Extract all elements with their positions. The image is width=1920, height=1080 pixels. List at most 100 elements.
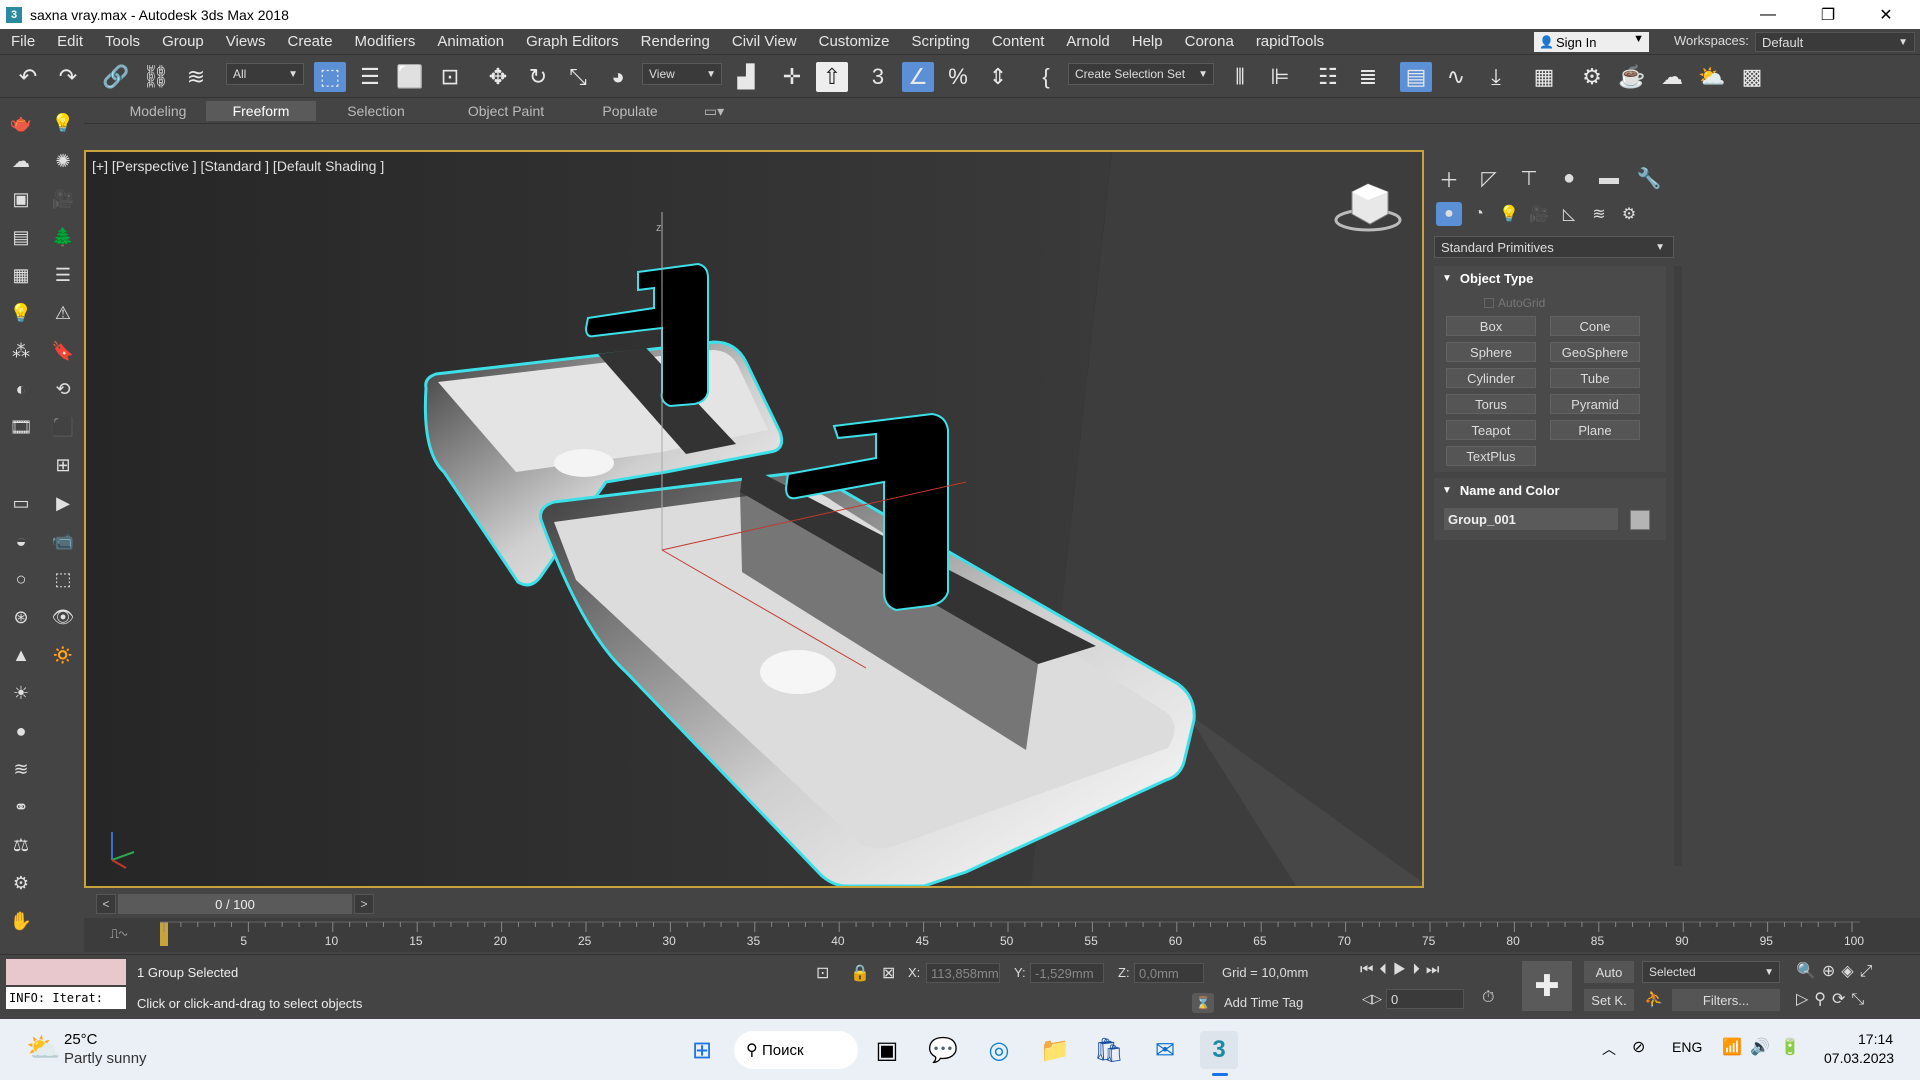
hazard-icon[interactable]: ⚠ [50,300,76,326]
select-manipulate-icon[interactable]: ✛ [776,62,808,92]
set-key-button[interactable]: Set K. [1584,989,1634,1011]
menu-arnold[interactable]: Arnold [1055,33,1120,50]
hierarchy-tab-icon[interactable]: ⊤ [1514,164,1544,192]
tree-icon[interactable]: 🌲 [50,224,76,250]
create-tab-icon[interactable]: ＋ [1434,164,1464,192]
window-icon[interactable]: ▭ [8,490,34,516]
rotate-tool-icon[interactable]: ⟲ [50,376,76,402]
film-icon[interactable]: 🎞 [8,414,34,440]
dome-icon[interactable]: ◒ [8,528,34,554]
light-bulb-icon[interactable]: 💡 [50,110,76,136]
circle-icon[interactable]: ○ [8,566,34,592]
hand-icon[interactable]: ✋ [8,908,34,934]
angle-snap-icon[interactable]: ∠ [902,62,934,92]
display-tab-icon[interactable]: ▬ [1594,164,1624,192]
battery-icon[interactable]: 🔋 [1780,1037,1800,1057]
key-filters-button[interactable]: Filters... [1672,989,1780,1011]
add-time-tag[interactable]: Add Time Tag [1224,995,1303,1010]
render-production-icon[interactable]: ☁ [1656,62,1688,92]
task-view-icon[interactable]: ▣ [868,1031,906,1069]
chat-icon[interactable]: 💬 [924,1031,962,1069]
file-explorer-icon[interactable]: 📁 [1036,1031,1074,1069]
gear-globe-icon[interactable]: ⚙ [8,870,34,896]
teapot-icon[interactable]: 🫖 [8,110,34,136]
sphere-light-icon[interactable]: ◐ [8,376,34,402]
wifi-icon[interactable]: 📶 [1722,1037,1742,1057]
helpers-icon[interactable]: ◺ [1556,202,1582,226]
frame-icon[interactable]: ⬚ [50,566,76,592]
selection-filter-dropdown[interactable]: All ▼ [226,63,304,85]
perspective-viewport[interactable]: [+] [Perspective ] [Standard ] [Default … [84,150,1424,888]
spinner-snap-icon[interactable]: ⇕ [982,62,1014,92]
menu-tools[interactable]: Tools [94,33,151,50]
cylinder-button[interactable]: Cylinder [1446,368,1536,388]
close-button[interactable]: ✕ [1858,0,1914,29]
toggle-layer-explorer-icon[interactable]: ≣ [1352,62,1384,92]
menu-help[interactable]: Help [1121,33,1174,50]
toggle-scene-explorer-icon[interactable]: ☷ [1312,62,1344,92]
place-icon[interactable]: ◕ [602,62,634,92]
key-mode-icon[interactable]: ⛹ [1644,989,1664,1009]
frame-slider-thumb[interactable]: 0 / 100 [118,894,352,914]
strands-icon[interactable]: ≋ [8,756,34,782]
bookmark-icon[interactable]: 🔖 [50,338,76,364]
keyboard-shortcut-override-icon[interactable]: ⇧ [816,62,848,92]
name-color-header[interactable]: ▼ Name and Color [1434,478,1666,502]
auto-key-button[interactable]: Auto [1584,961,1634,983]
chevron-up-icon[interactable]: ︿ [1602,1039,1616,1059]
transform-icon[interactable]: ⊞ [50,452,76,478]
clock-time[interactable]: 17:14 [1858,1031,1893,1047]
start-icon[interactable]: ⊞ [683,1031,721,1069]
language-indicator[interactable]: ENG [1672,1039,1702,1055]
curve-editor-mini-icon[interactable]: ⎍∿ [110,926,127,942]
menu-customize[interactable]: Customize [808,33,901,50]
workspaces-dropdown[interactable]: Default ▼ [1755,32,1915,52]
cube-icon[interactable]: ⬛ [50,414,76,440]
tab-modeling[interactable]: Modeling [110,101,206,121]
link-icon[interactable]: 🔗 [100,62,132,92]
image-icon[interactable]: ▣ [8,186,34,212]
z-coordinate-field[interactable]: 0,0mm [1134,963,1204,983]
tab-populate[interactable]: Populate [580,101,680,121]
menu-file[interactable]: File [0,33,46,50]
lock-icon[interactable]: 🔒 [850,963,870,983]
cone-button[interactable]: Cone [1550,316,1640,336]
snaps-toggle-icon[interactable]: 3 [862,62,894,92]
geosphere-button[interactable]: GeoSphere [1550,342,1640,362]
viewport-nav-row1[interactable]: 🔍⊕◈⤢ [1796,961,1878,981]
torus-button[interactable]: Torus [1446,394,1536,414]
y-coordinate-field[interactable]: -1,529mm [1030,963,1104,983]
schematic-view-icon[interactable]: ⤓ [1480,62,1512,92]
pyramid-button[interactable]: Pyramid [1550,394,1640,414]
set-key-big-button[interactable]: ✚ [1522,961,1572,1011]
absolute-mode-icon[interactable]: ⊠ [882,963,895,983]
viewport-label[interactable]: [+] [Perspective ] [Standard ] [Default … [92,158,384,174]
plane-button[interactable]: Plane [1550,420,1640,440]
temperature[interactable]: 25°C [64,1031,98,1048]
render-in-cloud-icon[interactable]: ⛅ [1696,62,1728,92]
tab-object-paint[interactable]: Object Paint [446,101,566,121]
textplus-button[interactable]: TextPlus [1446,446,1536,466]
particles-icon[interactable]: ⁂ [8,338,34,364]
bulb-outline-icon[interactable]: 🔅 [50,642,76,668]
tube-button[interactable]: Tube [1550,368,1640,388]
window-crossing-icon[interactable]: ⊡ [434,62,466,92]
cone-icon[interactable]: ▲ [8,642,34,668]
isolate-selection-icon[interactable]: ⊡ [816,963,829,983]
pivot-center-icon[interactable]: ▟ [730,62,762,92]
time-tag-icon[interactable]: ⌛ [1192,993,1214,1013]
menu-animation[interactable]: Animation [426,33,515,50]
mirror-icon[interactable]: ⫴ [1224,62,1256,92]
percent-snap-icon[interactable]: % [942,62,974,92]
eye-icon[interactable]: 👁 [50,604,76,630]
menu-rapidtools[interactable]: rapidTools [1245,33,1335,50]
play-panel-icon[interactable]: ▶ [50,490,76,516]
multi-camera-icon[interactable]: 📹 [50,528,76,554]
edit-named-selection-icon[interactable]: { [1030,62,1062,92]
menu-rendering[interactable]: Rendering [630,33,721,50]
object-category-dropdown[interactable]: Standard Primitives ▼ [1434,236,1674,258]
scene-render[interactable] [86,152,1422,886]
next-frame-button[interactable]: > [354,894,374,914]
undo-icon[interactable]: ↶ [12,62,44,92]
curve-editor-icon[interactable]: ∿ [1440,62,1472,92]
